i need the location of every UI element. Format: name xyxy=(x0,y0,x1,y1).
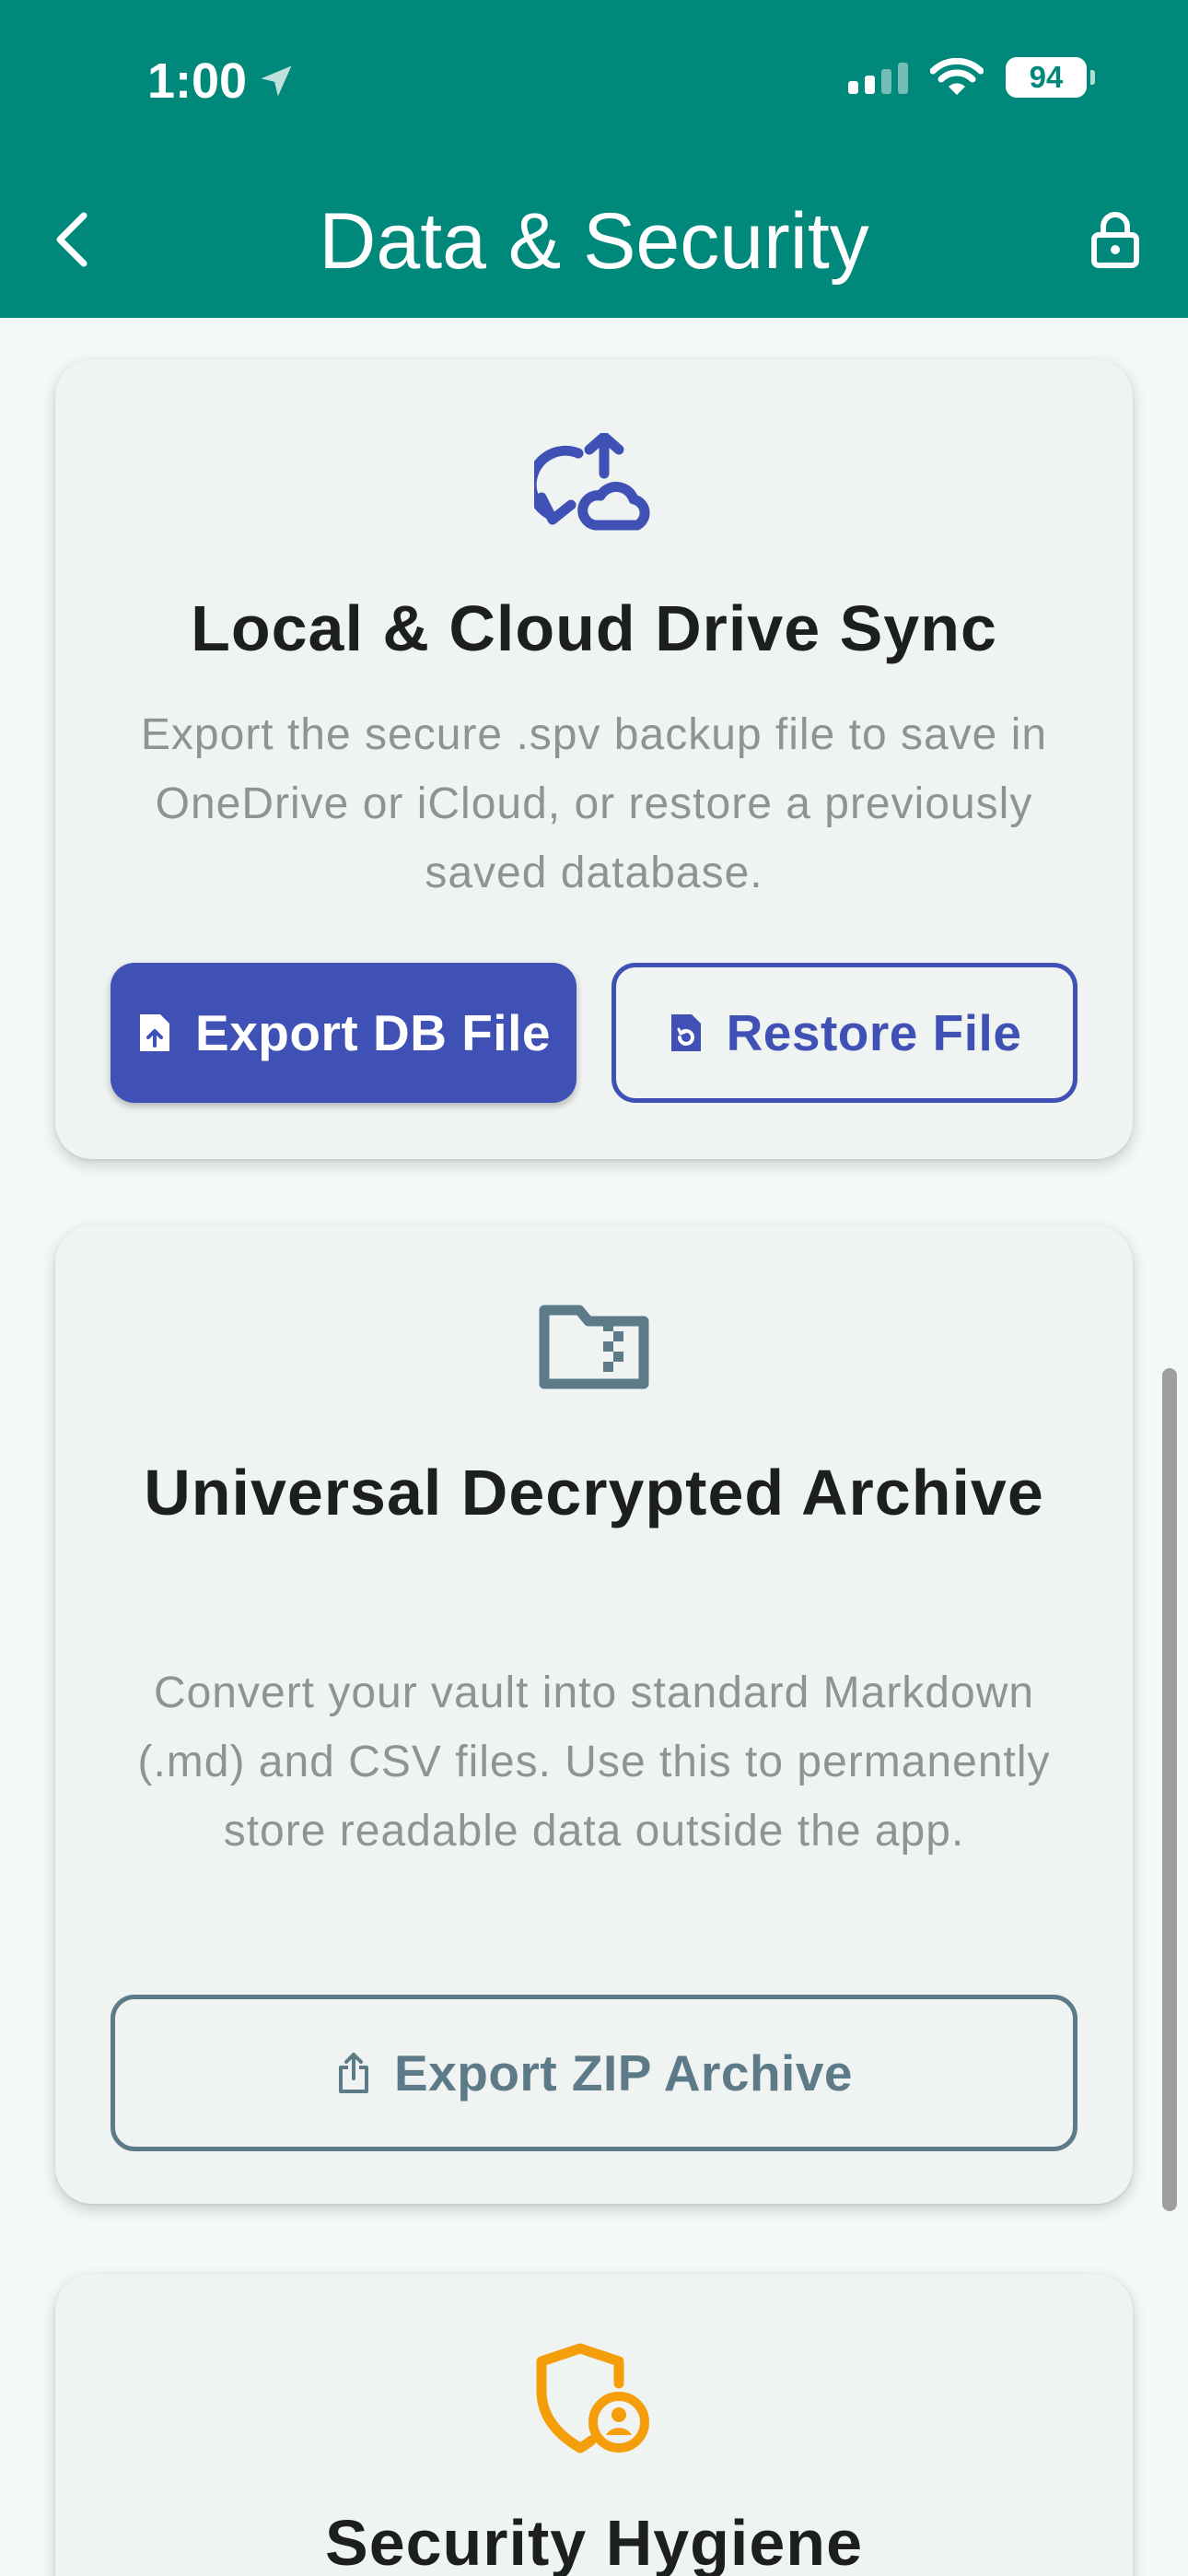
lock-icon xyxy=(1091,212,1139,268)
location-arrow-icon xyxy=(261,65,292,97)
signal-icon xyxy=(848,61,908,94)
shield-person-icon xyxy=(55,2343,1133,2457)
status-time: 1:00 xyxy=(147,46,297,116)
hygiene-title: Security Hygiene xyxy=(325,2507,863,2576)
restore-file-label: Restore File xyxy=(726,1004,1022,1061)
battery-level: 94 xyxy=(1029,60,1064,94)
hygiene-card: Security Hygiene xyxy=(55,2274,1133,2576)
status-indicators: 94 xyxy=(848,57,1095,98)
export-zip-button[interactable]: Export ZIP Archive xyxy=(111,1995,1077,2151)
screen: 1:00 94 Data & Security Local & Cloud Dr… xyxy=(0,0,1188,2576)
page-title: Data & Security xyxy=(319,197,869,286)
sync-title: Local & Cloud Drive Sync xyxy=(191,592,997,664)
restore-file-button[interactable]: Restore File xyxy=(611,963,1077,1103)
sync-cloud-icon xyxy=(55,433,1133,534)
archive-title: Universal Decrypted Archive xyxy=(144,1457,1044,1528)
archive-description: Convert your vault into standard Markdow… xyxy=(137,1669,1051,1856)
app-header: 1:00 94 Data & Security xyxy=(0,0,1188,318)
sync-description: Export the secure .spv backup file to sa… xyxy=(140,710,1048,897)
share-upload-icon xyxy=(338,2053,368,2093)
folder-zip-icon xyxy=(55,1299,1133,1391)
export-zip-label: Export ZIP Archive xyxy=(393,2044,854,2102)
export-db-label: Export DB File xyxy=(195,1004,551,1061)
export-db-button[interactable]: Export DB File xyxy=(111,963,577,1103)
wifi-icon xyxy=(930,58,984,95)
file-upload-icon xyxy=(140,1014,170,1051)
battery-icon: 94 xyxy=(1006,57,1095,98)
status-time-text: 1:00 xyxy=(147,53,248,109)
archive-card: Universal Decrypted Archive Convert your… xyxy=(55,1225,1133,2204)
scrollbar[interactable] xyxy=(1162,1368,1177,2211)
sync-card: Local & Cloud Drive Sync Export the secu… xyxy=(55,359,1133,1159)
file-restore-icon xyxy=(670,1014,701,1051)
lock-button[interactable] xyxy=(1090,210,1140,274)
